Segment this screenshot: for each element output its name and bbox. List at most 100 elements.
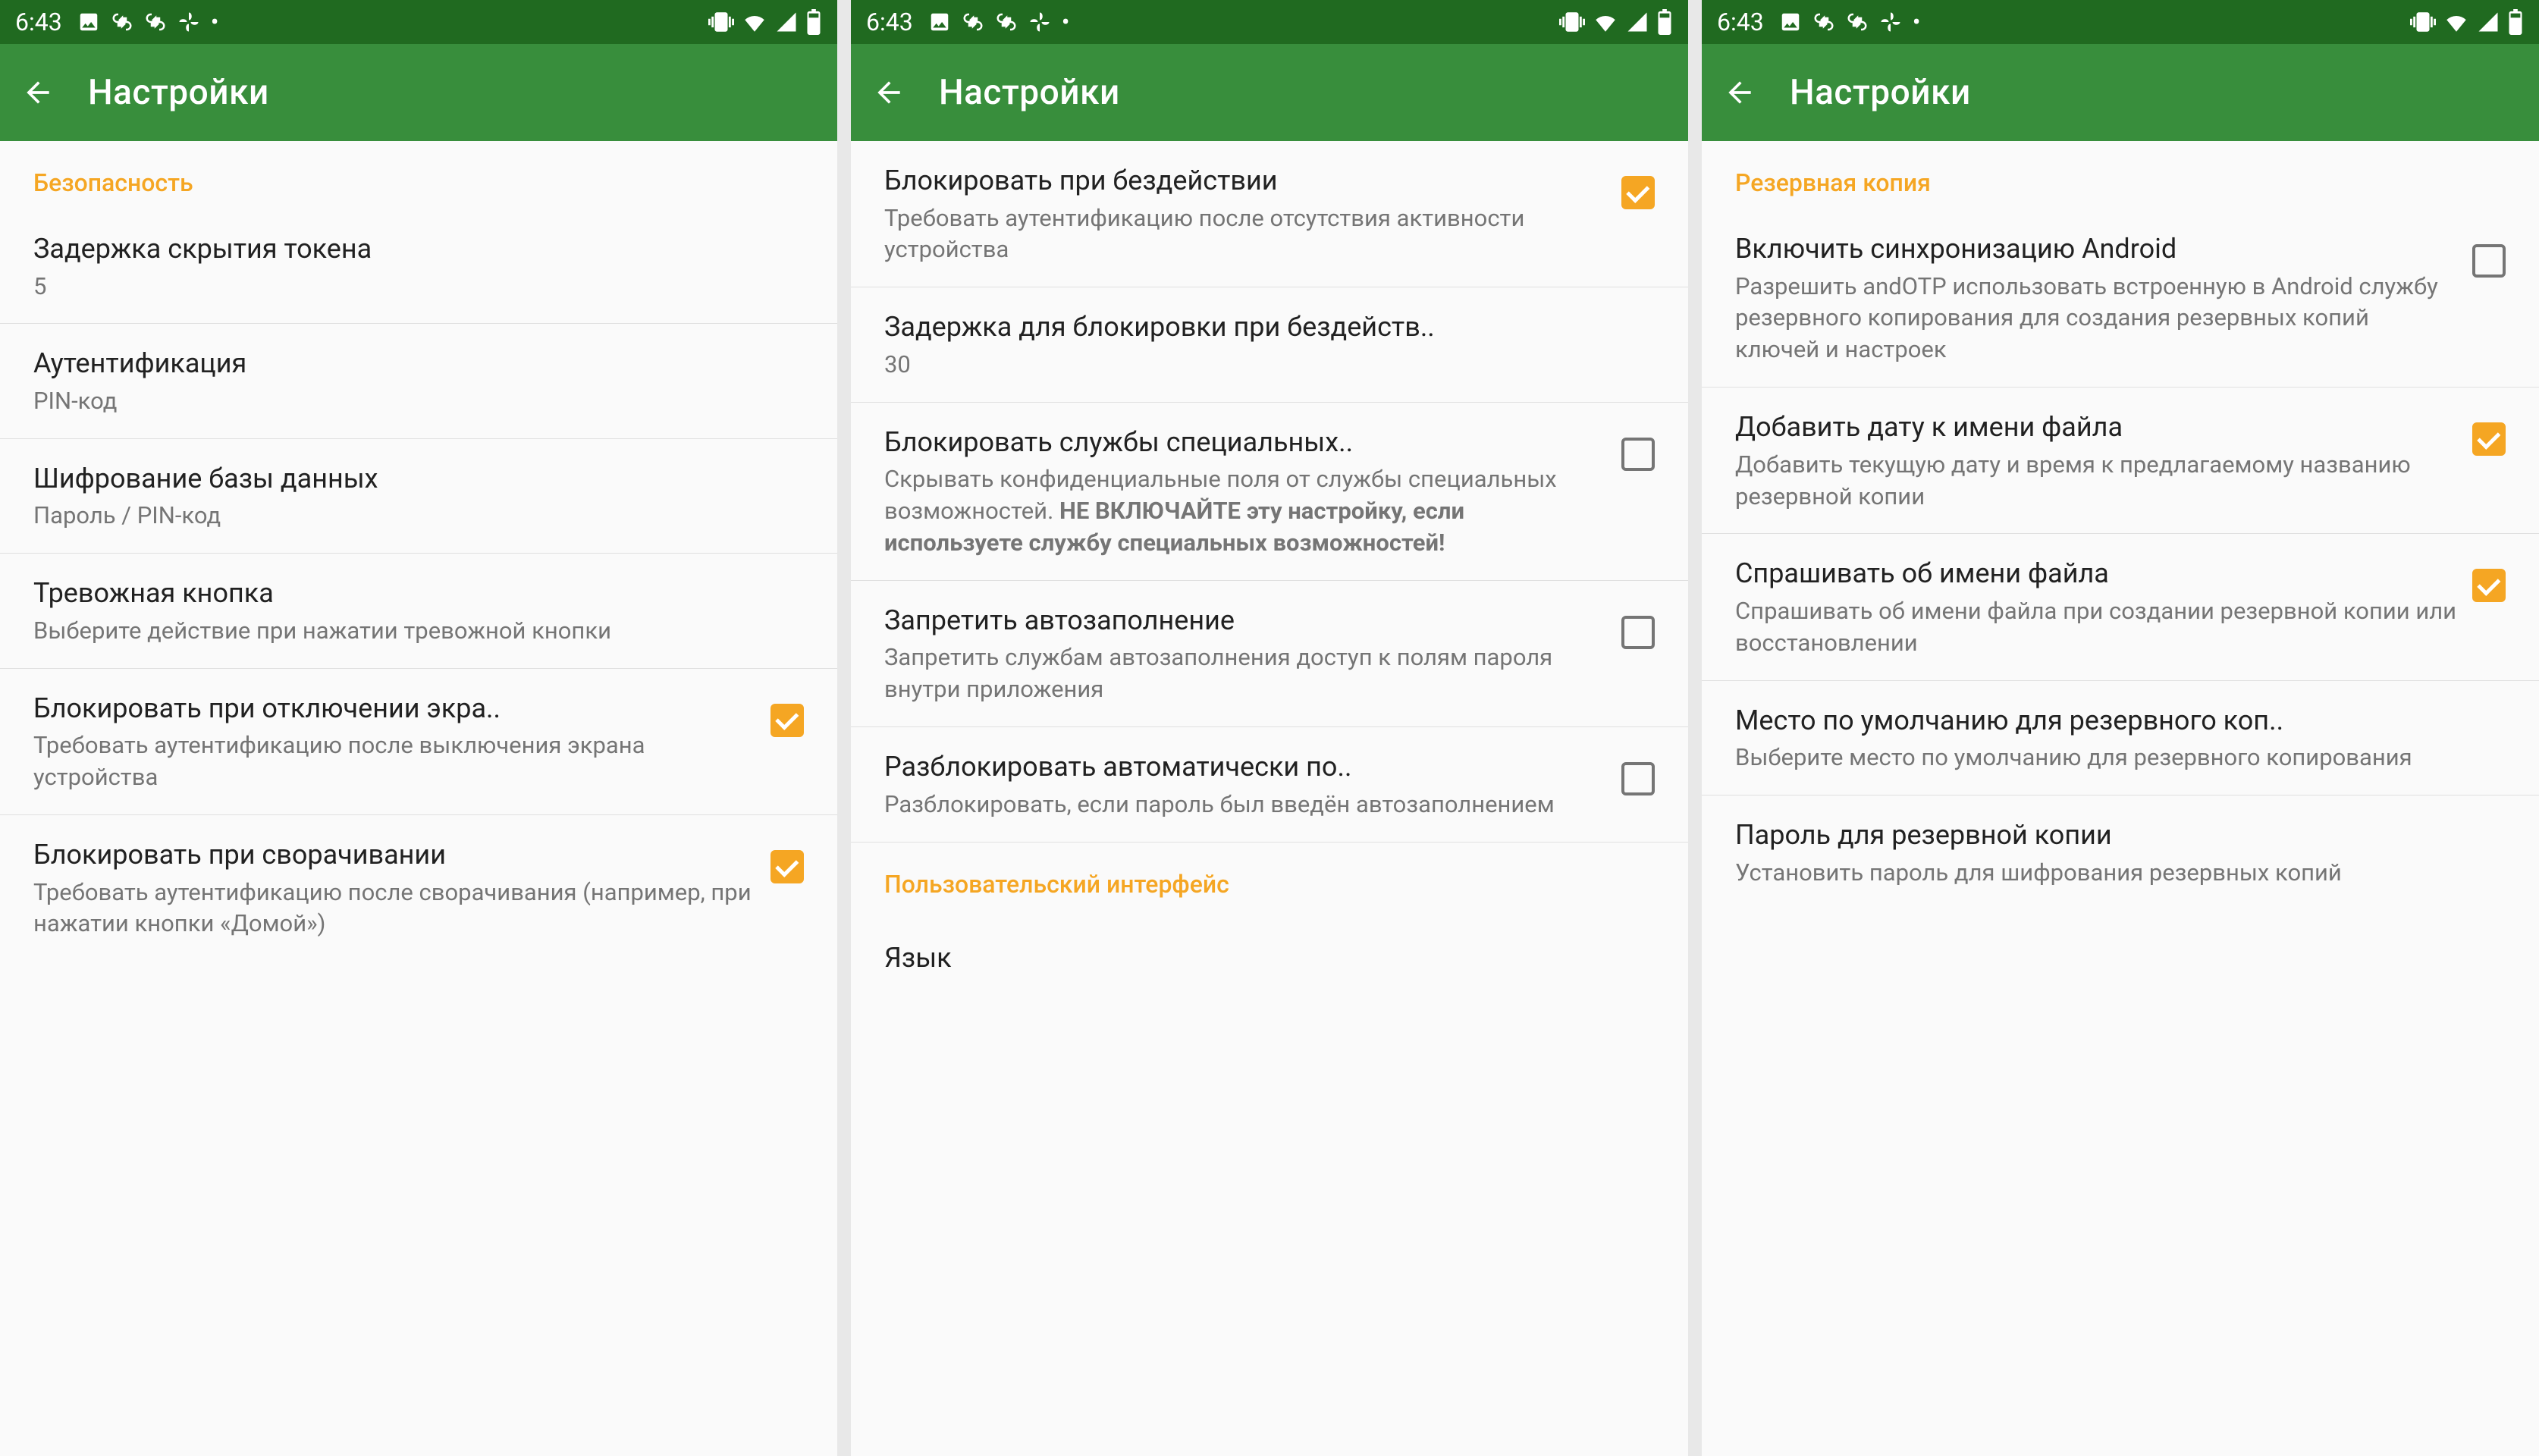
vibrate-icon	[2410, 9, 2436, 35]
checkbox[interactable]	[770, 704, 804, 737]
status-time: 6:43	[866, 8, 913, 36]
pinwheel-icon	[177, 11, 200, 33]
row-forbid-autofill[interactable]: Запретить автозаполнение Запретить служб…	[851, 581, 1688, 727]
status-bar: 6:43 •	[0, 0, 837, 44]
sync-icon	[144, 11, 167, 33]
screen-1: 6:43 • Настройки Безопасность Задержка с…	[0, 0, 837, 1456]
row-lock-minimize[interactable]: Блокировать при сворачивании Требовать а…	[0, 815, 837, 961]
row-authentication[interactable]: Аутентификация PIN-код	[0, 324, 837, 438]
app-title: Настройки	[88, 72, 269, 113]
back-icon[interactable]	[872, 76, 905, 109]
app-bar: Настройки	[0, 44, 837, 141]
row-android-sync[interactable]: Включить синхронизацию Android Разрешить…	[1702, 209, 2539, 388]
row-backup-password[interactable]: Пароль для резервной копии Установить па…	[1702, 795, 2539, 909]
app-bar: Настройки	[1702, 44, 2539, 141]
row-sub: Установить пароль для шифрования резервн…	[1735, 857, 2506, 889]
app-title: Настройки	[1790, 72, 1971, 113]
pinwheel-icon	[1028, 11, 1051, 33]
checkbox[interactable]	[1621, 762, 1655, 795]
row-sub: Выберите действие при нажатии тревожной …	[33, 615, 804, 647]
row-append-date[interactable]: Добавить дату к имени файла Добавить тек…	[1702, 388, 2539, 534]
checkbox[interactable]	[2472, 422, 2506, 456]
row-title: Спрашивать об имени файла	[1735, 555, 2457, 592]
row-default-location[interactable]: Место по умолчанию для резервного коп.. …	[1702, 681, 2539, 795]
sync-icon	[962, 11, 984, 33]
checkbox[interactable]	[1621, 616, 1655, 649]
image-icon	[928, 11, 951, 33]
row-sub: Скрывать конфиденциальные поля от службы…	[884, 463, 1606, 559]
section-header-ui: Пользовательский интерфейс	[851, 843, 1688, 911]
wifi-icon	[1593, 9, 1618, 35]
screen-3: 6:43 • Настройки Резервная копия Включит…	[1702, 0, 2539, 1456]
row-block-accessibility[interactable]: Блокировать службы специальных.. Скрыват…	[851, 403, 1688, 581]
signal-icon	[1626, 11, 1649, 33]
battery-icon	[805, 9, 822, 35]
back-icon[interactable]	[21, 76, 55, 109]
app-title: Настройки	[939, 72, 1120, 113]
row-title: Добавить дату к имени файла	[1735, 409, 2457, 446]
row-db-encryption[interactable]: Шифрование базы данных Пароль / PIN-код	[0, 439, 837, 554]
row-title: Пароль для резервной копии	[1735, 817, 2506, 854]
status-time: 6:43	[15, 8, 62, 36]
row-sub: Разрешить andOTP использовать встроенную…	[1735, 271, 2457, 366]
wifi-icon	[2443, 9, 2469, 35]
status-time: 6:43	[1717, 8, 1764, 36]
row-title: Задержка скрытия токена	[33, 231, 804, 268]
row-idle-delay[interactable]: Задержка для блокировки при бездейств.. …	[851, 287, 1688, 402]
sync-icon	[111, 11, 133, 33]
row-lock-screen-off[interactable]: Блокировать при отключении экра.. Требов…	[0, 669, 837, 815]
signal-icon	[2477, 11, 2500, 33]
row-ask-filename[interactable]: Спрашивать об имени файла Спрашивать об …	[1702, 534, 2539, 680]
row-title: Блокировать при сворачивании	[33, 836, 755, 874]
row-lock-idle[interactable]: Блокировать при бездействии Требовать ау…	[851, 141, 1688, 287]
vibrate-icon	[708, 9, 734, 35]
back-icon[interactable]	[1723, 76, 1756, 109]
sync-icon	[1846, 11, 1869, 33]
row-sub: Добавить текущую дату и время к предлага…	[1735, 449, 2457, 513]
row-sub: Разблокировать, если пароль был введён а…	[884, 789, 1606, 821]
checkbox[interactable]	[1621, 176, 1655, 209]
content: Блокировать при бездействии Требовать ау…	[851, 141, 1688, 1456]
checkbox[interactable]	[2472, 569, 2506, 602]
sync-icon	[1812, 11, 1835, 33]
battery-icon	[1656, 9, 1673, 35]
vibrate-icon	[1559, 9, 1585, 35]
row-sub: Запретить службам автозаполнения доступ …	[884, 642, 1606, 705]
row-panic-button[interactable]: Тревожная кнопка Выберите действие при н…	[0, 554, 837, 668]
pinwheel-icon	[1879, 11, 1902, 33]
row-sub: Выберите место по умолчанию для резервно…	[1735, 742, 2506, 774]
row-unlock-autofill[interactable]: Разблокировать автоматически по.. Разбло…	[851, 727, 1688, 842]
row-language-partial[interactable]: Язык	[851, 911, 1688, 977]
status-bar: 6:43 •	[851, 0, 1688, 44]
row-sub: 5	[33, 271, 804, 303]
row-sub: Требовать аутентификацию после сворачива…	[33, 877, 755, 940]
wifi-icon	[742, 9, 767, 35]
app-bar: Настройки	[851, 44, 1688, 141]
content: Безопасность Задержка скрытия токена 5 А…	[0, 141, 837, 1456]
checkbox[interactable]	[1621, 438, 1655, 471]
row-title: Место по умолчанию для резервного коп..	[1735, 702, 2506, 739]
image-icon	[1779, 11, 1802, 33]
row-sub: Требовать аутентификацию после отсутстви…	[884, 202, 1606, 266]
row-title: Блокировать службы специальных..	[884, 424, 1606, 461]
sync-icon	[995, 11, 1018, 33]
row-title: Блокировать при отключении экра..	[33, 690, 755, 727]
image-icon	[77, 11, 100, 33]
content: Резервная копия Включить синхронизацию A…	[1702, 141, 2539, 1456]
row-title: Язык	[884, 940, 1655, 977]
row-token-hide-delay[interactable]: Задержка скрытия токена 5	[0, 209, 837, 324]
row-sub: 30	[884, 349, 1655, 381]
status-bar: 6:43 •	[1702, 0, 2539, 44]
row-sub: Спрашивать об имени файла при создании р…	[1735, 595, 2457, 659]
dot-icon: •	[211, 8, 219, 36]
signal-icon	[775, 11, 798, 33]
section-header-security: Безопасность	[0, 141, 837, 209]
row-title: Задержка для блокировки при бездейств..	[884, 309, 1655, 346]
row-title: Блокировать при бездействии	[884, 162, 1606, 199]
row-sub: Пароль / PIN-код	[33, 500, 804, 532]
checkbox[interactable]	[2472, 244, 2506, 278]
checkbox[interactable]	[770, 850, 804, 883]
row-title: Шифрование базы данных	[33, 460, 804, 497]
row-sub: PIN-код	[33, 385, 804, 417]
row-title: Запретить автозаполнение	[884, 602, 1606, 639]
